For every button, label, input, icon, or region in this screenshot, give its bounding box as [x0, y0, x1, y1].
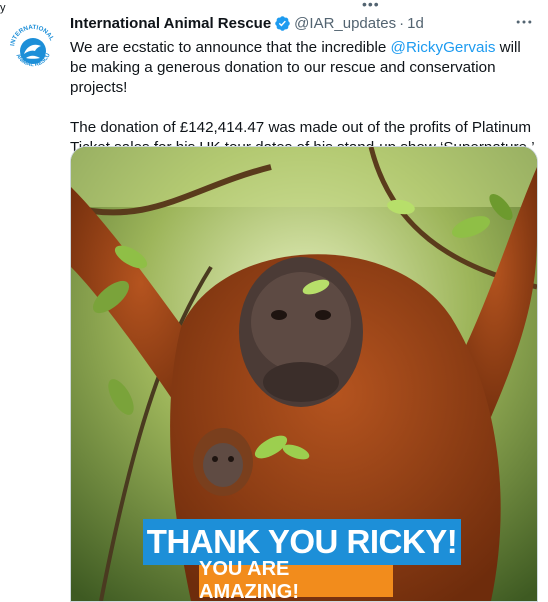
tweet-media[interactable]: THANK YOU RICKY! YOU ARE AMAZING! — [70, 146, 538, 602]
more-icon — [516, 20, 532, 24]
avatar[interactable]: INTERNATIONAL ANIMAL RESCUE — [6, 14, 58, 78]
verified-badge-icon — [274, 15, 291, 32]
previous-tweet-more-icon[interactable]: ••• — [362, 0, 380, 12]
separator-dot: · — [399, 15, 405, 32]
more-options-button[interactable] — [514, 12, 536, 32]
author-name[interactable]: International Animal Rescue — [70, 15, 271, 32]
tweet-timestamp[interactable]: 1d — [407, 15, 424, 32]
tweet-paragraph-1: We are ecstatic to announce that the inc… — [70, 39, 521, 96]
amazing-banner: YOU ARE AMAZING! — [199, 558, 393, 601]
tweet-header: International Animal Rescue @IAR_updates… — [70, 15, 424, 32]
author-handle[interactable]: @IAR_updates — [294, 15, 396, 32]
iar-logo-icon: INTERNATIONAL ANIMAL RESCUE — [6, 14, 55, 68]
mention-link[interactable]: @RickyGervais — [391, 39, 496, 56]
edge-text: y — [0, 2, 6, 14]
